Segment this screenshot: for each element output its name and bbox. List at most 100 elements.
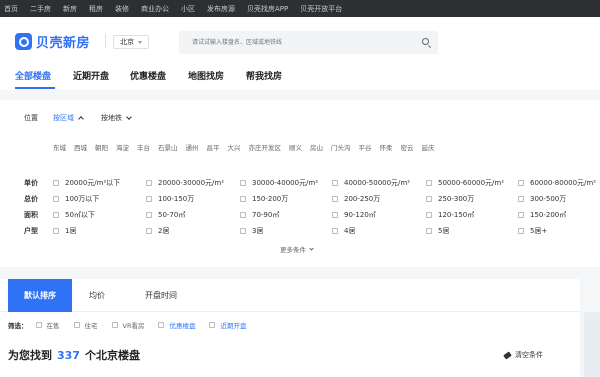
topbar-link-platform[interactable]: 贝壳开放平台 [300, 4, 342, 14]
checkbox[interactable] [426, 212, 432, 218]
topbar-link-rent[interactable]: 租房 [89, 4, 103, 14]
checkbox[interactable] [240, 196, 246, 202]
layout-option[interactable]: 4居 [332, 226, 355, 236]
area-option[interactable]: 50㎡以下 [53, 210, 95, 220]
logo[interactable]: 贝壳新房 [15, 32, 90, 51]
checkbox[interactable] [146, 212, 152, 218]
checkbox[interactable] [240, 180, 246, 186]
tab-discount[interactable]: 优惠楼盘 [130, 69, 166, 82]
tab-by-subway[interactable]: 按地铁 [101, 113, 132, 123]
district-option[interactable]: 怀柔 [380, 142, 393, 152]
checkbox[interactable] [240, 212, 246, 218]
checkbox[interactable] [518, 212, 524, 218]
district-option[interactable]: 平谷 [359, 142, 372, 152]
search-input[interactable] [179, 31, 409, 54]
quick-filter-recent-opening[interactable]: 近期开盘 [209, 320, 246, 330]
topbar-link-community[interactable]: 小区 [181, 4, 195, 14]
district-option[interactable]: 大兴 [228, 142, 241, 152]
checkbox[interactable] [146, 196, 152, 202]
checkbox[interactable] [35, 322, 42, 328]
sort-avg-price[interactable]: 均价 [72, 279, 122, 312]
unit-price-option[interactable]: 20000-30000元/m² [146, 178, 224, 188]
district-option[interactable]: 延庆 [422, 142, 435, 152]
checkbox[interactable] [73, 322, 80, 328]
unit-price-option[interactable]: 60000-80000元/m² [518, 178, 596, 188]
total-price-option[interactable]: 100万以下 [53, 194, 99, 204]
checkbox[interactable] [518, 228, 524, 234]
checkbox[interactable] [426, 180, 432, 186]
quick-filter-residential[interactable]: 住宅 [73, 320, 98, 330]
topbar-link-app[interactable]: 贝壳找房APP [247, 4, 288, 14]
tab-help-find[interactable]: 帮我找房 [246, 69, 282, 82]
checkbox[interactable] [158, 322, 165, 328]
checkbox[interactable] [53, 228, 59, 234]
district-option[interactable]: 通州 [186, 142, 199, 152]
district-option[interactable]: 石景山 [158, 142, 178, 152]
checkbox[interactable] [53, 212, 59, 218]
total-price-option[interactable]: 300-500万 [518, 194, 566, 204]
city-selector[interactable]: 北京 [113, 35, 149, 49]
district-option[interactable]: 昌平 [207, 142, 220, 152]
unit-price-option[interactable]: 30000-40000元/m² [240, 178, 318, 188]
checkbox[interactable] [518, 196, 524, 202]
layout-option[interactable]: 1居 [53, 226, 76, 236]
area-option[interactable]: 90-120㎡ [332, 210, 376, 220]
area-option[interactable]: 50-70㎡ [146, 210, 185, 220]
clear-filters-button[interactable]: 清空条件 [503, 350, 543, 360]
district-option[interactable]: 密云 [401, 142, 414, 152]
checkbox[interactable] [111, 322, 118, 328]
total-price-option[interactable]: 250-300万 [426, 194, 474, 204]
district-option[interactable]: 亦庄开发区 [249, 142, 282, 152]
sort-default[interactable]: 默认排序 [8, 279, 72, 312]
topbar-link-commercial[interactable]: 商业办公 [141, 4, 169, 14]
total-price-option[interactable]: 150-200万 [240, 194, 288, 204]
total-price-option[interactable]: 200-250万 [332, 194, 380, 204]
total-price-option[interactable]: 100-150万 [146, 194, 194, 204]
topbar-link-new[interactable]: 新房 [63, 4, 77, 14]
quick-filter-discount[interactable]: 优惠楼盘 [158, 320, 195, 330]
unit-price-option[interactable]: 40000-50000元/m² [332, 178, 410, 188]
district-option[interactable]: 门头沟 [331, 142, 351, 152]
quick-filter-on-sale[interactable]: 在售 [35, 320, 60, 330]
unit-price-option[interactable]: 50000-60000元/m² [426, 178, 504, 188]
district-option[interactable]: 丰台 [137, 142, 150, 152]
layout-option[interactable]: 2居 [146, 226, 169, 236]
checkbox[interactable] [146, 228, 152, 234]
checkbox[interactable] [332, 212, 338, 218]
more-filters-button[interactable]: 更多条件 [280, 244, 314, 254]
checkbox[interactable] [332, 196, 338, 202]
topbar-link-resale[interactable]: 二手房 [30, 4, 51, 14]
checkbox[interactable] [53, 196, 59, 202]
tab-by-district[interactable]: 按区域 [53, 113, 84, 123]
area-option[interactable]: 150-200㎡ [518, 210, 566, 220]
tab-all-projects[interactable]: 全部楼盘 [15, 69, 51, 82]
district-option[interactable]: 朝阳 [95, 142, 108, 152]
checkbox[interactable] [53, 180, 59, 186]
topbar-link-home[interactable]: 首页 [4, 4, 18, 14]
layout-option[interactable]: 5居+ [518, 226, 547, 236]
sort-open-time[interactable]: 开盘时间 [130, 279, 192, 312]
layout-option[interactable]: 3居 [240, 226, 263, 236]
checkbox[interactable] [332, 228, 338, 234]
district-option[interactable]: 东城 [53, 142, 66, 152]
tab-map-search[interactable]: 地图找房 [188, 69, 224, 82]
side-ad-image[interactable] [584, 312, 600, 377]
topbar-link-publish[interactable]: 发布房源 [207, 4, 235, 14]
checkbox[interactable] [518, 180, 524, 186]
search-icon[interactable] [422, 38, 429, 45]
area-option[interactable]: 70-90㎡ [240, 210, 279, 220]
district-option[interactable]: 顺义 [289, 142, 302, 152]
checkbox[interactable] [426, 196, 432, 202]
topbar-link-decor[interactable]: 装修 [115, 4, 129, 14]
checkbox[interactable] [146, 180, 152, 186]
district-option[interactable]: 房山 [310, 142, 323, 152]
tab-recent-opening[interactable]: 近期开盘 [73, 69, 109, 82]
district-option[interactable]: 西城 [74, 142, 87, 152]
area-option[interactable]: 120-150㎡ [426, 210, 474, 220]
checkbox[interactable] [209, 322, 216, 328]
quick-filter-vr[interactable]: VR看房 [111, 320, 144, 330]
unit-price-option[interactable]: 20000元/m²以下 [53, 178, 120, 188]
layout-option[interactable]: 5居 [426, 226, 449, 236]
checkbox[interactable] [426, 228, 432, 234]
checkbox[interactable] [332, 180, 338, 186]
